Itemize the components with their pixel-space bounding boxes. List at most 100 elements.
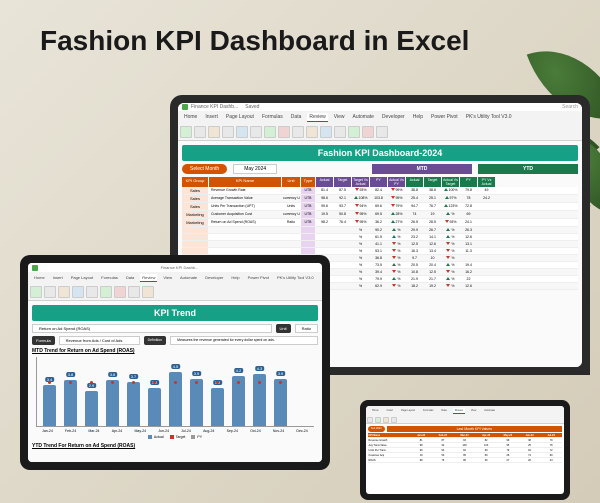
ribbon-tab-formulas[interactable]: Formulas bbox=[260, 113, 285, 122]
ribbon-tab-powerpivot[interactable]: Power Pivot bbox=[429, 113, 460, 122]
ribbon-tab-developer[interactable]: Developer bbox=[380, 113, 407, 122]
ribbon-tab-data[interactable]: Data bbox=[124, 274, 136, 282]
kpi-row: SalesUnits Per Transaction (UPT)UnitsUTB… bbox=[182, 203, 578, 211]
ribbon-tab-pksutilitytoolv[interactable]: PK's Utility Tool V3.0 bbox=[275, 274, 316, 282]
kpi-tva2: % bbox=[442, 269, 459, 275]
ribbon-tab-pagelayout[interactable]: Page Layout bbox=[69, 274, 95, 282]
trend-title: KPI Trend bbox=[32, 305, 318, 321]
table-cell: 79 bbox=[540, 438, 562, 442]
ribbon-button[interactable] bbox=[72, 286, 84, 298]
ribbon-tab-insert[interactable]: Insert bbox=[51, 274, 65, 282]
table-header-cell: Jan-24 bbox=[410, 433, 432, 437]
ribbon-button[interactable] bbox=[320, 126, 332, 138]
ribbon-button[interactable] bbox=[292, 126, 304, 138]
kpi-unit bbox=[282, 241, 300, 247]
ribbon-tab-review[interactable]: Review bbox=[140, 274, 157, 282]
kpi-ava2 bbox=[478, 227, 495, 233]
ribbon-tab-home[interactable]: Home bbox=[182, 113, 199, 122]
kpi-ava: 79% bbox=[388, 203, 405, 210]
ribbon-button[interactable] bbox=[264, 126, 276, 138]
ribbon-button[interactable] bbox=[278, 126, 290, 138]
ribbon-tab-review[interactable]: Review bbox=[307, 113, 327, 122]
ribbon-button[interactable] bbox=[100, 286, 112, 298]
ribbon-button[interactable] bbox=[128, 286, 140, 298]
kpi-tva: 108% bbox=[352, 195, 369, 202]
ribbon-tab-pagelayout[interactable]: Page Layout bbox=[399, 408, 417, 414]
ribbon-button[interactable] bbox=[362, 126, 374, 138]
ribbon-button[interactable] bbox=[375, 417, 381, 423]
kpi-actual bbox=[316, 234, 333, 240]
table-cell: 92 bbox=[432, 443, 454, 447]
ribbon-button[interactable] bbox=[348, 126, 360, 138]
ribbon-tab-review[interactable]: Review bbox=[453, 408, 465, 414]
ribbon-tab-data[interactable]: Data bbox=[439, 408, 448, 414]
kpi-tva2: % bbox=[442, 227, 459, 233]
ribbon-tab-home[interactable]: Home bbox=[32, 274, 47, 282]
month-selector[interactable]: May 2024 bbox=[233, 164, 277, 174]
kpi-name bbox=[209, 234, 281, 240]
kpi-target2: 19 bbox=[424, 211, 441, 218]
ribbon-tab-help[interactable]: Help bbox=[229, 274, 241, 282]
kpi-actual2: 23.2 bbox=[406, 234, 423, 240]
ribbon-tab-view[interactable]: View bbox=[469, 408, 478, 414]
table-cell: 36 bbox=[475, 458, 497, 462]
kpi-target: 92.1 bbox=[334, 195, 351, 202]
kpi-target2: 76.7 bbox=[424, 203, 441, 210]
ribbon-tab-pksutilitytoolv[interactable]: PK's Utility Tool V3.0 bbox=[464, 113, 514, 122]
ribbon-tab-formulas[interactable]: Formulas bbox=[421, 408, 435, 414]
ribbon-button[interactable] bbox=[44, 286, 56, 298]
ribbon-tab-automate[interactable]: Automate bbox=[482, 408, 497, 414]
ribbon-button[interactable] bbox=[250, 126, 262, 138]
kpi-tva: 95% bbox=[352, 219, 369, 226]
kpi-ava2 bbox=[478, 269, 495, 275]
ribbon-tab-formulas[interactable]: Formulas bbox=[99, 274, 120, 282]
table-cell: 25 bbox=[519, 443, 541, 447]
ribbon-button[interactable] bbox=[208, 126, 220, 138]
ribbon-button[interactable] bbox=[383, 417, 389, 423]
phone-month[interactable]: Feb 2024 bbox=[368, 426, 385, 432]
ribbon-button[interactable] bbox=[142, 286, 154, 298]
ribbon-tab-developer[interactable]: Developer bbox=[203, 274, 225, 282]
ribbon-button[interactable] bbox=[30, 286, 42, 298]
ribbon-button[interactable] bbox=[222, 126, 234, 138]
ribbon-button[interactable] bbox=[58, 286, 70, 298]
ribbon-tab-pagelayout[interactable]: Page Layout bbox=[224, 113, 256, 122]
table-cell: 82 bbox=[475, 438, 497, 442]
table-cell: 95 bbox=[497, 443, 519, 447]
chart-point bbox=[174, 381, 177, 384]
ribbon-button[interactable] bbox=[391, 417, 397, 423]
ribbon-button[interactable] bbox=[114, 286, 126, 298]
ribbon-button[interactable] bbox=[334, 126, 346, 138]
table-header-cell: Apr-24 bbox=[475, 433, 497, 437]
ribbon-tab-automate[interactable]: Automate bbox=[178, 274, 199, 282]
ribbon-tab-help[interactable]: Help bbox=[411, 113, 425, 122]
ribbon-tab-view[interactable]: View bbox=[332, 113, 347, 122]
ribbon-tab-view[interactable]: View bbox=[161, 274, 174, 282]
ribbon-tab-home[interactable]: Home bbox=[370, 408, 381, 414]
ribbon-button[interactable] bbox=[194, 126, 206, 138]
kpi-selector[interactable]: Return on Ad Spend (ROAS) bbox=[32, 324, 272, 333]
kpi-py: 69.6 bbox=[370, 203, 387, 210]
ribbon-button[interactable] bbox=[306, 126, 318, 138]
ribbon-button[interactable] bbox=[86, 286, 98, 298]
chart-point bbox=[216, 381, 219, 384]
phone-table-header: Last Month KPI Values bbox=[387, 426, 562, 432]
ribbon-tab-insert[interactable]: Insert bbox=[203, 113, 220, 122]
ribbon-tab-automate[interactable]: Automate bbox=[351, 113, 376, 122]
ribbon-tab-powerpivot[interactable]: Power Pivot bbox=[246, 274, 271, 282]
ribbon-button[interactable] bbox=[376, 126, 388, 138]
kpi-name: Revenue Growth Rate bbox=[209, 187, 281, 194]
col-unit: Unit bbox=[282, 177, 300, 187]
mtd-header: MTD bbox=[372, 164, 472, 174]
kpi-ava2 bbox=[478, 241, 495, 247]
kpi-actual bbox=[316, 248, 333, 254]
ribbon-button[interactable] bbox=[236, 126, 248, 138]
chart-point bbox=[237, 381, 240, 384]
kpi-actual2: 29.9 bbox=[406, 227, 423, 233]
ribbon-tab-data[interactable]: Data bbox=[289, 113, 304, 122]
ribbon-button[interactable] bbox=[180, 126, 192, 138]
search-box[interactable]: Search bbox=[562, 104, 578, 110]
ribbon-tab-insert[interactable]: Insert bbox=[385, 408, 395, 414]
ribbon-button[interactable] bbox=[367, 417, 373, 423]
kpi-actual2: 18.2 bbox=[406, 283, 423, 289]
